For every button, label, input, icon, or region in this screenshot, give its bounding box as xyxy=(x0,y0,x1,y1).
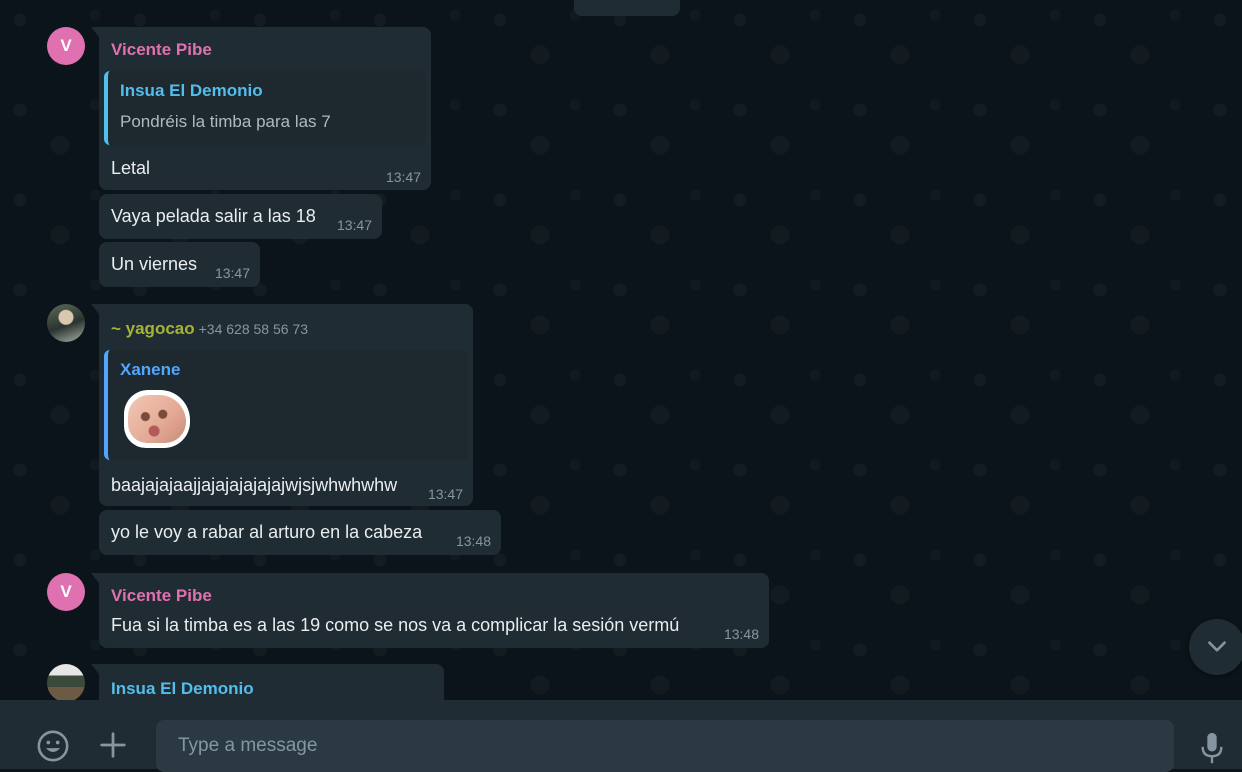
avatar[interactable] xyxy=(47,664,85,700)
message-text: Vaya pelada salir a las 18 xyxy=(111,206,316,226)
message-text: baajajajaajjajajajajajajwjsjwhwhwhw xyxy=(111,475,398,495)
microphone-icon xyxy=(1201,732,1223,763)
avatar[interactable]: V xyxy=(47,27,85,65)
bubble-tail xyxy=(91,664,99,674)
message-text: Fua si la timba es a las 19 como se nos … xyxy=(111,615,680,635)
bubble-tail xyxy=(91,573,99,583)
chat-panel: V Vicente Pibe Insua El Demonio Pondréis… xyxy=(0,0,1242,700)
attach-button[interactable] xyxy=(94,726,132,764)
scroll-to-bottom-button[interactable] xyxy=(1189,619,1242,675)
message-bubble[interactable]: Vaya pelada salir a las 18 13:47 xyxy=(99,194,382,239)
emoji-icon xyxy=(37,730,69,762)
emoji-button[interactable] xyxy=(33,726,73,766)
message-time: 13:48 xyxy=(723,626,759,642)
message-time: 13:47 xyxy=(427,486,463,502)
message-text: Un viernes xyxy=(111,254,198,274)
sender-name-label: ~ yagocao xyxy=(111,319,195,338)
message-bubble[interactable]: Vicente Pibe Fua si la timba es a las 19… xyxy=(91,573,769,648)
message-bubble[interactable]: ~ yagocao +34 628 58 56 73 Xanene baajaja… xyxy=(91,304,473,506)
message-text: Letal xyxy=(111,158,151,178)
sender-name[interactable]: Vicente Pibe xyxy=(111,586,212,606)
sender-name[interactable]: Insua El Demonio xyxy=(111,679,254,699)
message-bubble[interactable]: yo le voy a rabar al arturo en la cabeza… xyxy=(99,510,501,555)
quoted-text: Pondréis la timba para las 7 xyxy=(120,112,331,131)
avatar[interactable] xyxy=(47,304,85,342)
message-bubble[interactable]: Vicente Pibe Insua El Demonio Pondréis l… xyxy=(91,27,431,190)
sender-phone: +34 628 58 56 73 xyxy=(198,321,309,337)
message-input[interactable] xyxy=(156,720,1174,772)
sender-name[interactable]: ~ yagocao +34 628 58 56 73 xyxy=(111,319,308,339)
message-composer xyxy=(0,700,1242,772)
message-bubble[interactable]: Insua El Demonio xyxy=(91,664,444,700)
message-time: 13:47 xyxy=(214,265,250,281)
message-bubble[interactable]: Un viernes 13:47 xyxy=(99,242,260,287)
message-bubble-partial[interactable] xyxy=(574,0,680,16)
bubble-tail xyxy=(91,27,99,37)
quoted-sender-name: Insua El Demonio xyxy=(120,81,263,100)
chevron-down-icon xyxy=(1208,641,1226,652)
message-time: 13:47 xyxy=(385,169,421,185)
voice-message-button[interactable] xyxy=(1194,726,1230,769)
quoted-message[interactable]: Xanene xyxy=(104,350,468,460)
sender-name[interactable]: Vicente Pibe xyxy=(111,40,212,60)
quoted-message[interactable]: Insua El Demonio Pondréis la timba para … xyxy=(104,71,426,145)
sticker-thumbnail xyxy=(124,390,190,448)
message-time: 13:47 xyxy=(336,217,372,233)
quoted-sender-name: Xanene xyxy=(120,360,181,379)
bubble-tail xyxy=(91,304,99,314)
plus-icon xyxy=(100,732,126,758)
sticker-face-image xyxy=(128,395,186,443)
avatar[interactable]: V xyxy=(47,573,85,611)
message-time: 13:48 xyxy=(455,533,491,549)
message-text: yo le voy a rabar al arturo en la cabeza xyxy=(111,522,423,542)
